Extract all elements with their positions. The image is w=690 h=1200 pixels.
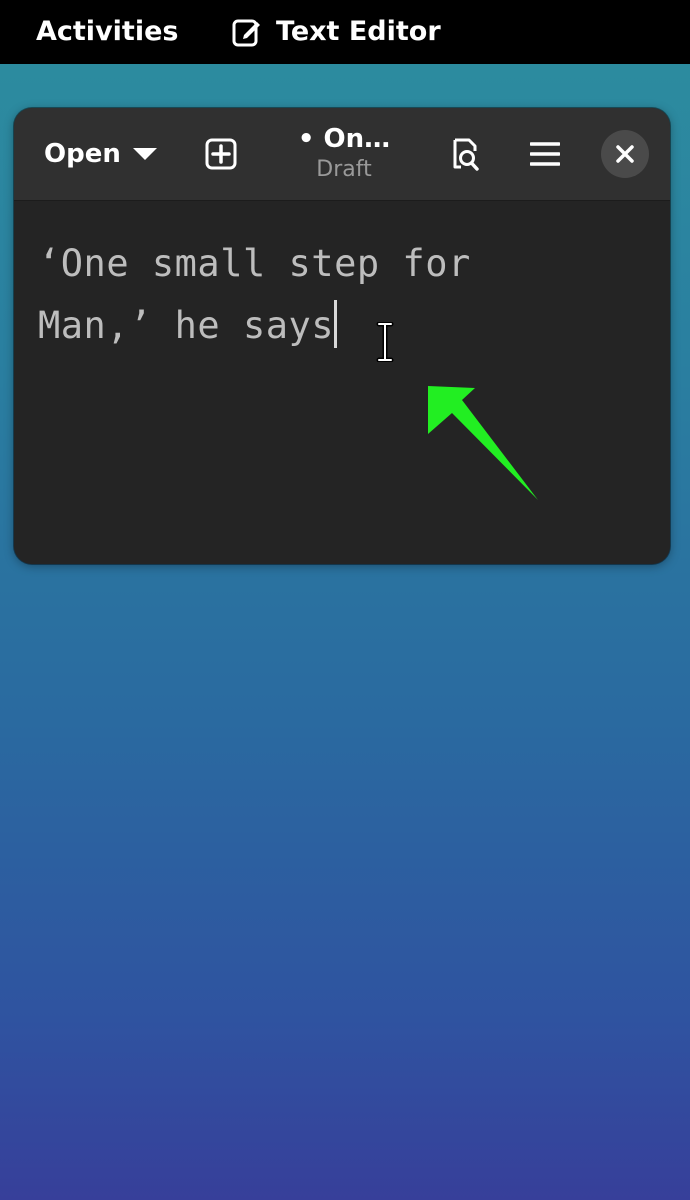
annotation-arrow-icon xyxy=(428,386,538,500)
document-subtitle: Draft xyxy=(316,157,372,182)
text-cursor xyxy=(334,300,338,348)
document-title: • On… xyxy=(297,124,391,154)
chevron-down-icon xyxy=(132,148,157,160)
document-title-block: • On… Draft xyxy=(264,122,424,184)
app-menu[interactable]: Text Editor xyxy=(232,14,441,50)
editor-content[interactable]: ‘One small step for Man,’ he says xyxy=(38,233,638,357)
close-button[interactable] xyxy=(601,130,649,178)
open-button[interactable]: Open xyxy=(34,130,167,178)
editor-line-1: ‘One small step for xyxy=(38,242,471,285)
editor-line-2: Man,’ he says xyxy=(38,304,335,347)
open-button-label: Open xyxy=(44,139,121,169)
close-icon xyxy=(616,145,634,163)
app-name: Text Editor xyxy=(276,16,441,47)
header-bar: Open • On… Draft xyxy=(14,108,670,201)
text-editor-area[interactable]: ‘One small step for Man,’ he says xyxy=(14,201,670,564)
ibeam-cursor-icon xyxy=(376,322,394,362)
activities-button[interactable]: Activities xyxy=(36,14,178,50)
main-menu-button[interactable] xyxy=(521,130,569,178)
plus-square-icon xyxy=(205,138,237,170)
text-editor-icon xyxy=(232,19,260,47)
search-button[interactable] xyxy=(441,130,489,178)
hamburger-menu-icon xyxy=(530,142,560,166)
top-bar: Activities Text Editor xyxy=(0,0,690,64)
text-editor-window: Open • On… Draft ‘One small step for Man… xyxy=(14,108,670,564)
editor-line-2-wrap: Man,’ he says xyxy=(38,295,638,357)
document-search-icon xyxy=(453,138,479,171)
new-tab-button[interactable] xyxy=(197,130,245,178)
